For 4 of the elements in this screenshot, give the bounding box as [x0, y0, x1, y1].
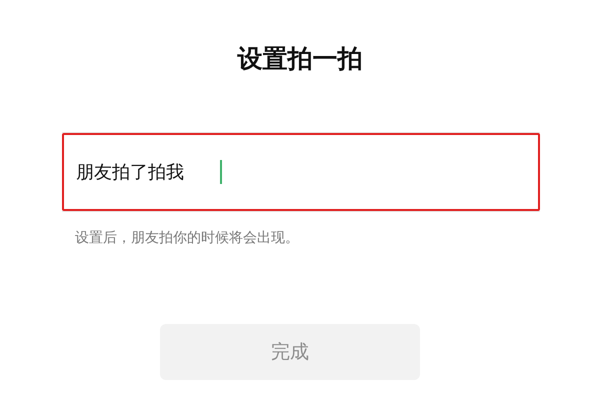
- text-cursor-icon: [220, 160, 222, 184]
- hint-text: 设置后，朋友拍你的时候将会出现。: [75, 229, 300, 248]
- name-input-field[interactable]: 朋友拍了拍我: [62, 133, 540, 211]
- page-title: 设置拍一拍: [238, 43, 362, 76]
